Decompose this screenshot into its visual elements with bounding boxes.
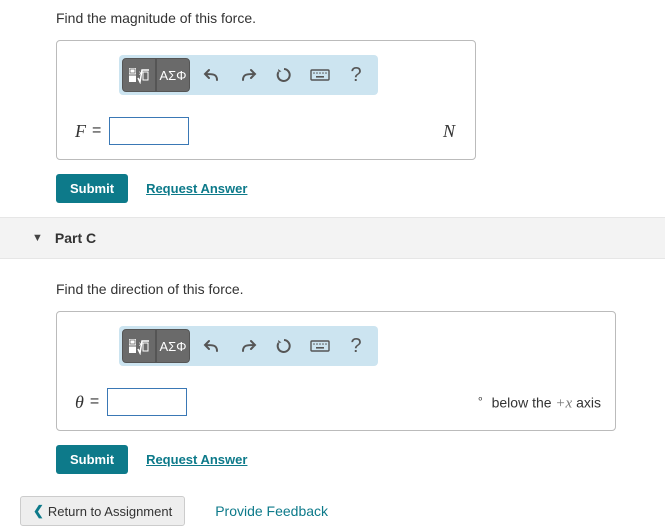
partb-answer-box: x ΑΣΦ ? F = N — [56, 40, 476, 160]
partb-submit-button[interactable]: Submit — [56, 174, 128, 203]
partb-unit: N — [443, 121, 461, 142]
return-label: Return to Assignment — [48, 504, 172, 519]
redo-icon — [239, 339, 257, 353]
partb-toolbar: x ΑΣΦ ? — [119, 55, 378, 95]
partc-header[interactable]: ▼ Part C — [0, 217, 665, 259]
partc-answer-box: x ΑΣΦ ? θ = ∘ below the +x axis — [56, 311, 616, 431]
suffix-prefix: below the — [492, 394, 556, 410]
redo-button[interactable] — [234, 61, 262, 89]
fraction-sqrt-icon: x — [128, 66, 150, 84]
degree-symbol-icon: ∘ — [475, 393, 484, 405]
equals-sign: = — [90, 393, 107, 411]
keyboard-button[interactable] — [306, 61, 334, 89]
equals-sign: = — [92, 122, 109, 140]
keyboard-button[interactable] — [306, 332, 334, 360]
return-button[interactable]: ❮ Return to Assignment — [20, 496, 185, 526]
reset-button[interactable] — [270, 332, 298, 360]
partc-answer-row: θ = ∘ below the +x axis — [71, 388, 601, 416]
greek-button[interactable]: ΑΣΦ — [156, 58, 190, 92]
partc-actions: Submit Request Answer — [56, 445, 665, 474]
suffix-post: axis — [572, 394, 601, 410]
partb-question: Find the magnitude of this force. — [0, 0, 665, 40]
templates-button[interactable]: x — [122, 329, 156, 363]
svg-text:x: x — [139, 71, 142, 77]
partc-question: Find the direction of this force. — [0, 271, 665, 311]
partc-variable: θ — [71, 392, 90, 413]
redo-icon — [239, 68, 257, 82]
fraction-sqrt-icon: x — [128, 337, 150, 355]
undo-button[interactable] — [198, 332, 226, 360]
toolbar-button-group: x ΑΣΦ — [122, 58, 190, 92]
undo-icon — [203, 68, 221, 82]
undo-button[interactable] — [198, 61, 226, 89]
reset-icon — [276, 67, 292, 83]
undo-icon — [203, 339, 221, 353]
greek-button[interactable]: ΑΣΦ — [156, 329, 190, 363]
collapse-triangle-icon: ▼ — [32, 232, 43, 244]
feedback-link[interactable]: Provide Feedback — [215, 503, 328, 519]
partc-request-answer-link[interactable]: Request Answer — [146, 452, 247, 467]
svg-text:x: x — [139, 342, 142, 348]
partb-request-answer-link[interactable]: Request Answer — [146, 181, 247, 196]
partc-title: Part C — [55, 230, 96, 246]
reset-icon — [276, 338, 292, 354]
partb-variable: F — [71, 121, 92, 142]
partb-input[interactable] — [109, 117, 189, 145]
partb-answer-row: F = N — [71, 117, 461, 145]
partc-submit-button[interactable]: Submit — [56, 445, 128, 474]
partc-toolbar: x ΑΣΦ ? — [119, 326, 378, 366]
partc-input[interactable] — [107, 388, 187, 416]
reset-button[interactable] — [270, 61, 298, 89]
partb-actions: Submit Request Answer — [56, 174, 665, 203]
partc-unit-suffix: ∘ below the +x axis — [465, 392, 601, 413]
footer: ❮ Return to Assignment Provide Feedback — [20, 496, 665, 526]
keyboard-icon — [310, 69, 330, 81]
keyboard-icon — [310, 340, 330, 352]
chevron-left-icon: ❮ — [33, 503, 44, 519]
help-button[interactable]: ? — [342, 332, 370, 360]
templates-button[interactable]: x — [122, 58, 156, 92]
redo-button[interactable] — [234, 332, 262, 360]
toolbar-button-group: x ΑΣΦ — [122, 329, 190, 363]
help-button[interactable]: ? — [342, 61, 370, 89]
suffix-var: +x — [555, 395, 572, 411]
